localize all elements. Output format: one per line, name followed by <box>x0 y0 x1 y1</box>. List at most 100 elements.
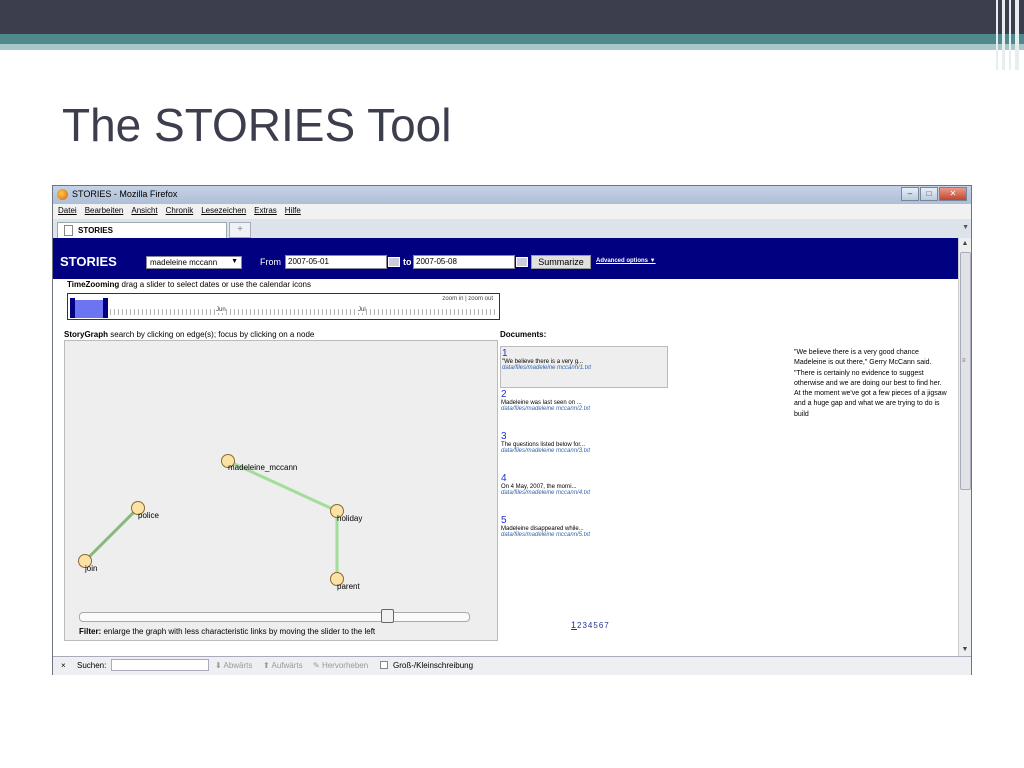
menu-chronik[interactable]: Chronik <box>161 204 197 215</box>
node-label[interactable]: police <box>138 511 159 520</box>
slide-white-panel <box>0 50 606 68</box>
dropdown-arrow-icon: ▼ <box>231 258 238 265</box>
highlight-label: Hervorheben <box>321 661 369 670</box>
timeline-handle-left[interactable] <box>70 298 75 318</box>
menu-datei[interactable]: Datei <box>53 204 80 215</box>
find-bar: × Suchen: ⬇ Abwärts ⬆ Aufwärts ✎ Hervorh… <box>53 656 971 675</box>
document-path-link[interactable]: data/files/madeleine mccann/3.txt <box>501 448 668 454</box>
from-date-input[interactable]: 2007-05-01 <box>285 255 387 269</box>
stories-header: STORIES madeleine mccann ▼ From 2007-05-… <box>53 238 958 279</box>
find-label: Suchen: <box>77 661 107 670</box>
slide-top-band <box>0 0 1024 34</box>
zoom-controls[interactable]: zoom in | zoom out <box>442 296 493 302</box>
node-label[interactable]: join <box>85 564 97 573</box>
find-next-button[interactable]: ⬇ Abwärts <box>215 661 252 670</box>
document-number[interactable]: 4 <box>501 473 668 484</box>
node-label[interactable]: parent <box>337 582 360 591</box>
highlight-button[interactable]: ✎ Hervorheben <box>313 661 368 670</box>
timezoom-title: TimeZooming drag a slider to select date… <box>67 280 311 289</box>
menu-bearbeiten[interactable]: Bearbeiten <box>80 204 127 215</box>
timeline-month-label: Jun <box>216 307 226 313</box>
window-title: STORIES - Mozilla Firefox <box>72 189 178 199</box>
menu-hilfe[interactable]: Hilfe <box>280 204 304 215</box>
timeline-selection[interactable] <box>70 300 106 318</box>
timeline-handle-right[interactable] <box>103 298 108 318</box>
minimize-button[interactable]: – <box>901 187 919 201</box>
find-input[interactable] <box>111 659 209 671</box>
browser-window: STORIES - Mozilla Firefox – □ ✕ Datei Bea… <box>52 185 972 675</box>
menu-extras[interactable]: Extras <box>249 204 280 215</box>
maximize-button[interactable]: □ <box>920 187 938 201</box>
document-path-link[interactable]: data/files/madeleine mccann/4.txt <box>501 490 668 496</box>
scrollbar-thumb[interactable] <box>960 252 971 490</box>
document-number[interactable]: 5 <box>501 515 668 526</box>
slide-vertical-stripes <box>994 0 1024 70</box>
storygraph-title-rest: search by clicking on edge(s); focus by … <box>108 330 315 339</box>
document-path-link[interactable]: data/files/madeleine mccann/2.txt <box>501 406 668 412</box>
slide-stripe <box>606 54 948 57</box>
to-date-input[interactable]: 2007-05-08 <box>413 255 515 269</box>
document-item[interactable]: 1 "We believe there is a very g... data/… <box>500 346 668 388</box>
document-path-link[interactable]: data/files/madeleine mccann/1.txt <box>502 365 667 371</box>
vertical-scrollbar[interactable]: ▲ ≡ ▼ <box>958 238 971 656</box>
document-number[interactable]: 1 <box>502 348 667 359</box>
tab-list-icon[interactable]: ▼ <box>962 224 969 231</box>
dataset-select[interactable]: madeleine mccann ▼ <box>146 256 242 269</box>
tab-label: STORIES <box>78 226 113 235</box>
match-case-checkbox[interactable] <box>380 661 388 669</box>
firefox-icon <box>57 189 68 200</box>
document-item[interactable]: 3 The questions listed below for... data… <box>500 430 668 472</box>
filter-caption: Filter: enlarge the graph with less char… <box>79 627 375 636</box>
node-label[interactable]: madeleine_mccann <box>228 463 297 472</box>
find-next-label: Abwärts <box>223 661 253 670</box>
pagination: 1234567 <box>571 620 610 630</box>
advanced-options-link[interactable]: Advanced options ▼ <box>596 258 656 264</box>
from-label: From <box>260 257 281 267</box>
filter-slider-track[interactable] <box>79 612 470 622</box>
document-item[interactable]: 5 Madeleine disappeared while... data/fi… <box>500 514 668 556</box>
find-previous-label: Aufwärts <box>271 661 303 670</box>
arrow-up-icon: ⬆ <box>263 661 270 670</box>
new-tab-button[interactable]: + <box>229 222 251 238</box>
document-item[interactable]: 4 On 4 May, 2007, the morni... data/file… <box>500 472 668 514</box>
menu-ansicht[interactable]: Ansicht <box>126 204 160 215</box>
graph-edge[interactable] <box>83 506 140 563</box>
tab-stories[interactable]: STORIES <box>57 222 227 238</box>
document-number[interactable]: 2 <box>501 389 668 400</box>
documents-title: Documents: <box>500 330 547 339</box>
document-item[interactable]: 2 Madeleine was last seen on ... data/fi… <box>500 388 668 430</box>
filter-caption-bold: Filter: <box>79 627 102 636</box>
document-number[interactable]: 3 <box>501 431 668 442</box>
tab-bar: STORIES + ▼ <box>53 219 971 239</box>
summarize-button[interactable]: Summarize <box>531 255 591 269</box>
page-content: STORIES madeleine mccann ▼ From 2007-05-… <box>53 238 958 656</box>
calendar-icon[interactable] <box>388 257 400 267</box>
storygraph-title: StoryGraph search by clicking on edge(s)… <box>64 330 314 339</box>
scroll-down-icon[interactable]: ▼ <box>959 644 971 656</box>
slide-title: The STORIES Tool <box>62 99 452 151</box>
close-find-icon[interactable]: × <box>61 661 66 670</box>
timezoom-title-bold: TimeZooming <box>67 280 120 289</box>
storygraph-canvas <box>78 454 344 586</box>
slide-stripe <box>606 60 828 67</box>
window-controls: – □ ✕ <box>901 187 967 201</box>
slide-teal-band <box>0 34 1024 44</box>
menu-lesezeichen[interactable]: Lesezeichen <box>196 204 249 215</box>
highlighter-icon: ✎ <box>313 661 320 670</box>
node-label[interactable]: holiday <box>337 514 362 523</box>
calendar-icon[interactable] <box>516 257 528 267</box>
filter-slider-thumb[interactable] <box>381 609 395 623</box>
find-previous-button[interactable]: ⬆ Aufwärts <box>263 661 303 670</box>
menu-bar: Datei Bearbeiten Ansicht Chronik Lesezeichen… <box>53 204 971 219</box>
storygraph-panel: madeleine_mccann holiday parent police j… <box>64 340 498 641</box>
document-path-link[interactable]: data/files/madeleine mccann/5.txt <box>501 532 668 538</box>
page-link[interactable]: 7 <box>604 621 609 630</box>
close-window-button[interactable]: ✕ <box>939 187 967 201</box>
dataset-value: madeleine mccann <box>150 258 218 267</box>
document-preview: "We believe there is a very good chance … <box>794 349 947 418</box>
to-label: to <box>403 257 412 267</box>
scroll-up-icon[interactable]: ▲ <box>959 238 971 250</box>
timezoom-slider[interactable]: zoom in | zoom out Jun Jul <box>67 293 500 320</box>
arrow-down-icon: ⬇ <box>215 661 222 670</box>
window-titlebar: STORIES - Mozilla Firefox – □ ✕ <box>53 186 971 204</box>
